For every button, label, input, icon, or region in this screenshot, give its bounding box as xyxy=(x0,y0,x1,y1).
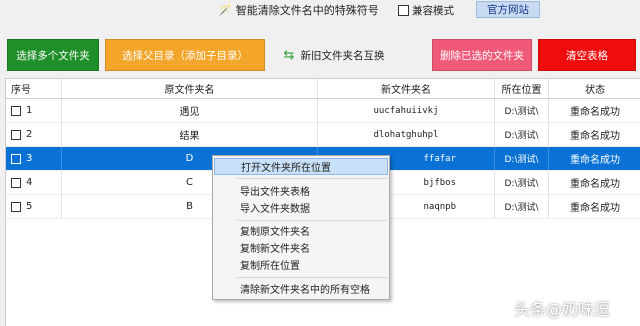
row-new-name[interactable]: dlohatghuhpl xyxy=(318,123,495,146)
row-index: 5 xyxy=(26,201,33,212)
menu-copy-new[interactable]: 复制新文件夹名 xyxy=(214,239,388,256)
header-index[interactable]: 序号 xyxy=(6,79,62,98)
row-index: 3 xyxy=(26,153,33,164)
app-title-text: 智能清除文件名中的特殊符号 xyxy=(235,4,379,17)
row-status[interactable]: 重命名成功 xyxy=(549,171,640,194)
row-location[interactable]: D:\测试\ xyxy=(495,123,549,146)
row-status[interactable]: 重命名成功 xyxy=(549,147,640,170)
row-index: 2 xyxy=(26,129,33,140)
select-folders-button[interactable]: 选择多个文件夹 xyxy=(7,39,99,71)
menu-separator xyxy=(237,277,387,278)
menu-separator xyxy=(237,220,387,221)
row-new-name[interactable]: uucfahuiivkj xyxy=(318,99,495,122)
table-header: 序号 原文件夹名 新文件夹名 所在位置 状态 xyxy=(6,79,640,99)
table-row[interactable]: 2 结果 dlohatghuhpl D:\测试\ 重命名成功 xyxy=(6,123,640,147)
context-menu: 打开文件夹所在位置 导出文件夹表格 导入文件夹数据 复制原文件夹名 复制新文件夹… xyxy=(212,155,390,300)
table-row[interactable]: 1 遇见 uucfahuiivkj D:\测试\ 重命名成功 xyxy=(6,99,640,123)
official-site-button[interactable]: 官方网站 xyxy=(476,1,540,18)
row-status[interactable]: 重命名成功 xyxy=(549,195,640,218)
menu-copy-location[interactable]: 复制所在位置 xyxy=(214,256,388,273)
menu-export-table[interactable]: 导出文件夹表格 xyxy=(214,182,388,199)
menu-copy-original[interactable]: 复制原文件夹名 xyxy=(214,222,388,239)
row-index: 4 xyxy=(26,177,33,188)
row-index-cell[interactable]: 4 xyxy=(6,171,62,194)
menu-separator xyxy=(237,178,387,179)
row-checkbox[interactable] xyxy=(11,153,21,164)
row-index-cell[interactable]: 3 xyxy=(6,147,62,170)
swap-arrows-icon: ⇆ xyxy=(283,47,295,63)
select-parent-button[interactable]: 选择父目录（添加子目录） xyxy=(105,39,265,71)
menu-clear-spaces[interactable]: 清除新文件夹名中的所有空格 xyxy=(214,280,388,297)
swap-names-button[interactable]: ⇆ 新旧文件夹名互换 xyxy=(283,39,385,71)
magic-wand-icon: 🪄 xyxy=(218,3,232,17)
row-checkbox[interactable] xyxy=(11,201,21,212)
row-index-cell[interactable]: 2 xyxy=(6,123,62,146)
clear-table-button[interactable]: 清空表格 xyxy=(538,39,636,71)
row-location[interactable]: D:\测试\ xyxy=(495,171,549,194)
toolbar: 选择多个文件夹 选择父目录（添加子目录） ⇆ 新旧文件夹名互换 删除已选的文件夹… xyxy=(0,20,640,76)
row-checkbox[interactable] xyxy=(11,105,21,116)
row-index-cell[interactable]: 1 xyxy=(6,99,62,122)
row-location[interactable]: D:\测试\ xyxy=(495,99,549,122)
row-original-name[interactable]: 结果 xyxy=(62,123,318,146)
header-location[interactable]: 所在位置 xyxy=(495,79,549,98)
delete-selected-button[interactable]: 删除已选的文件夹 xyxy=(432,39,532,71)
row-location[interactable]: D:\测试\ xyxy=(495,195,549,218)
row-checkbox[interactable] xyxy=(11,177,21,188)
header-original-name[interactable]: 原文件夹名 xyxy=(62,79,318,98)
header-new-name[interactable]: 新文件夹名 xyxy=(318,79,495,98)
row-index: 1 xyxy=(26,105,33,116)
compat-mode-label: 兼容模式 xyxy=(412,5,454,17)
compat-checkbox-box[interactable] xyxy=(398,5,409,16)
watermark-text: 头条@奶味逗 xyxy=(514,300,611,319)
compat-mode-checkbox[interactable]: 兼容模式 xyxy=(398,3,454,18)
menu-import-data[interactable]: 导入文件夹数据 xyxy=(214,199,388,216)
row-original-name[interactable]: 遇见 xyxy=(62,99,318,122)
row-location[interactable]: D:\测试\ xyxy=(495,147,549,170)
title-bar: 🪄 智能清除文件名中的特殊符号 兼容模式 官方网站 xyxy=(0,0,640,20)
header-status[interactable]: 状态 xyxy=(549,79,640,98)
app-title: 🪄 智能清除文件名中的特殊符号 xyxy=(218,2,379,18)
row-checkbox[interactable] xyxy=(11,129,21,140)
swap-names-label: 新旧文件夹名互换 xyxy=(300,49,385,62)
row-status[interactable]: 重命名成功 xyxy=(549,123,640,146)
row-status[interactable]: 重命名成功 xyxy=(549,99,640,122)
row-index-cell[interactable]: 5 xyxy=(6,195,62,218)
menu-open-location[interactable]: 打开文件夹所在位置 xyxy=(214,158,388,175)
